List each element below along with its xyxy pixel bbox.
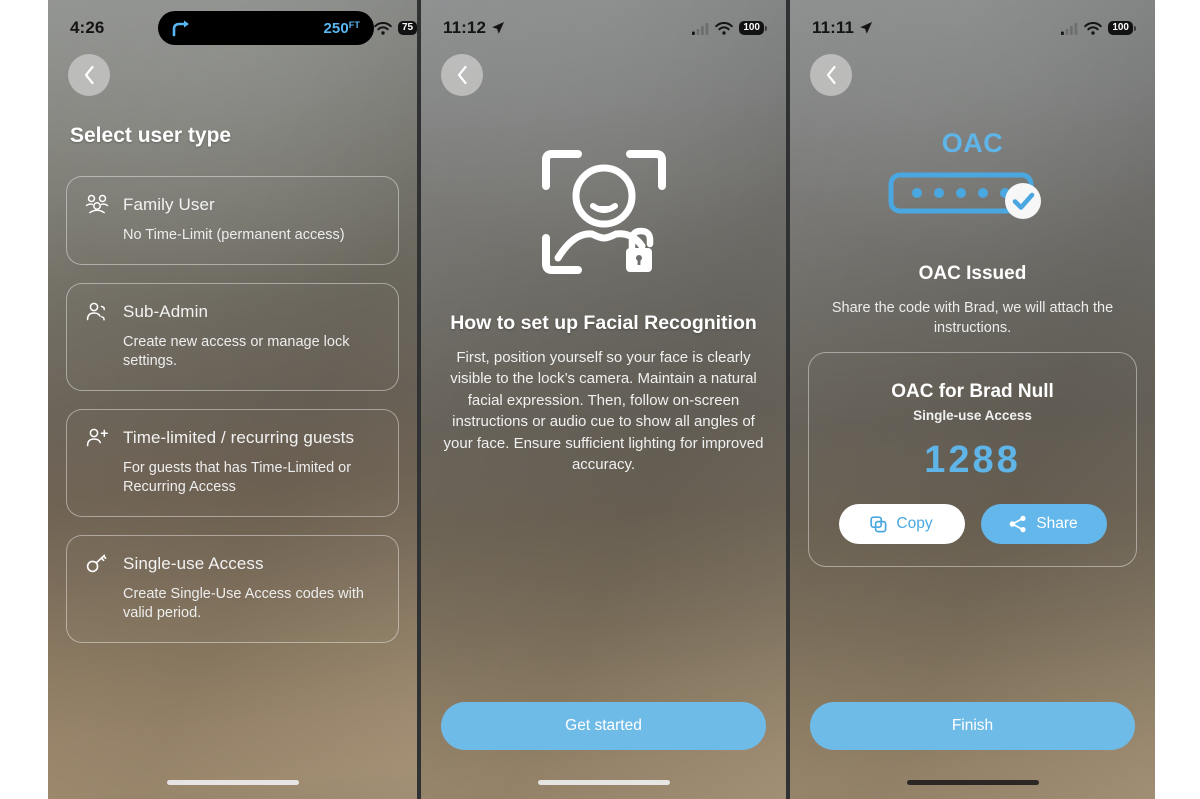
person-plus-icon bbox=[85, 426, 109, 450]
oac-access-type: Single-use Access bbox=[913, 408, 1032, 423]
user-type-card-list: Family User No Time-Limit (permanent acc… bbox=[66, 176, 399, 661]
share-button[interactable]: Share bbox=[980, 504, 1107, 544]
key-icon bbox=[85, 552, 109, 576]
chevron-left-icon bbox=[84, 65, 94, 85]
location-arrow-icon bbox=[492, 22, 505, 34]
page-title: Select user type bbox=[70, 124, 232, 147]
oac-brand-label: OAC bbox=[941, 128, 1004, 158]
chevron-left-icon bbox=[457, 65, 467, 85]
copy-button[interactable]: Copy bbox=[838, 504, 965, 544]
wifi-icon bbox=[1084, 21, 1103, 35]
navigation-pill[interactable]: 250 FT bbox=[158, 11, 374, 45]
navigation-distance: 250 FT bbox=[323, 19, 360, 37]
location-arrow-icon bbox=[860, 22, 873, 34]
page-title: OAC Issued bbox=[918, 263, 1027, 284]
home-indicator[interactable] bbox=[906, 780, 1039, 785]
page-title: How to set up Facial Recognition bbox=[450, 312, 757, 334]
card-header: Sub-Admin bbox=[85, 300, 380, 324]
copy-icon bbox=[870, 515, 887, 532]
phone-panel-facial-recognition: 11:12 100 How to set up Facial Recogniti… bbox=[421, 0, 786, 799]
wifi-icon bbox=[715, 21, 734, 35]
cellular-bars-icon bbox=[692, 22, 709, 35]
card-header: Time-limited / recurring guests bbox=[85, 426, 380, 450]
status-time-group: 4:26 bbox=[70, 18, 144, 38]
cellular-bars-icon bbox=[1061, 22, 1078, 35]
left-margin bbox=[0, 0, 48, 799]
face-id-unlock-icon bbox=[540, 148, 668, 285]
user-type-card-family[interactable]: Family User No Time-Limit (permanent acc… bbox=[66, 176, 399, 265]
card-title: Sub-Admin bbox=[123, 301, 208, 321]
status-indicators: 100 bbox=[1061, 20, 1136, 36]
instructions-text: First, position yourself so your face is… bbox=[443, 349, 764, 474]
card-subtitle: Create Single-Use Access codes with vali… bbox=[123, 585, 364, 622]
user-type-card-sub-admin[interactable]: Sub-Admin Create new access or manage lo… bbox=[66, 282, 399, 391]
finish-button[interactable]: Finish bbox=[810, 702, 1135, 750]
oac-code-card: OAC for Brad Null Single-use Access 1288… bbox=[808, 352, 1137, 567]
battery-indicator: 100 bbox=[1108, 20, 1136, 36]
share-button-label: Share bbox=[1036, 515, 1078, 532]
oac-action-row: Copy Share bbox=[829, 504, 1116, 544]
oac-recipient: OAC for Brad Null bbox=[891, 381, 1054, 402]
status-bar: 11:11 100 bbox=[790, 0, 1155, 56]
share-instructions: Share the code with Brad, we will attach… bbox=[831, 300, 1114, 337]
status-time: 11:11 bbox=[812, 18, 855, 37]
status-time: 4:26 bbox=[70, 18, 105, 37]
home-indicator[interactable] bbox=[166, 780, 299, 785]
card-header: Single-use Access bbox=[85, 552, 380, 576]
wifi-icon bbox=[374, 21, 392, 35]
battery-indicator: 75 bbox=[398, 20, 417, 36]
status-time: 11:12 bbox=[443, 18, 487, 37]
status-bar: 11:12 100 bbox=[421, 0, 786, 56]
turn-right-arrow-icon bbox=[172, 20, 189, 37]
card-subtitle: For guests that has Time-Limited or Recu… bbox=[123, 459, 352, 496]
card-title: Time-limited / recurring guests bbox=[123, 427, 355, 447]
card-title: Family User bbox=[123, 195, 215, 214]
status-bar: 4:26 250 FT 75 bbox=[48, 0, 417, 56]
phone-panel-select-user-type: 4:26 250 FT 75 Select user type Family U… bbox=[48, 0, 417, 799]
status-time-group: 11:12 bbox=[443, 18, 517, 38]
passcode-verified-icon bbox=[887, 165, 1059, 226]
back-button[interactable] bbox=[68, 54, 110, 96]
battery-indicator: 100 bbox=[739, 20, 767, 36]
family-group-icon bbox=[85, 193, 109, 217]
oac-brand-block: OAC bbox=[790, 128, 1155, 226]
chevron-left-icon bbox=[826, 65, 836, 85]
oac-code-value: 1288 bbox=[924, 439, 1021, 481]
card-header: Family User bbox=[85, 193, 380, 217]
user-type-card-time-limited[interactable]: Time-limited / recurring guests For gues… bbox=[66, 408, 399, 517]
user-type-card-single-use[interactable]: Single-use Access Create Single-Use Acce… bbox=[66, 534, 399, 643]
card-title: Single-use Access bbox=[123, 553, 264, 573]
card-subtitle: Create new access or manage lock setting… bbox=[123, 333, 350, 370]
back-button[interactable] bbox=[810, 54, 852, 96]
person-gear-icon bbox=[85, 300, 109, 324]
card-subtitle: No Time-Limit (permanent access) bbox=[123, 227, 345, 243]
phone-panel-oac-issued: 11:11 100 OAC OAC Issued Share the code … bbox=[790, 0, 1155, 799]
back-button[interactable] bbox=[441, 54, 483, 96]
right-margin bbox=[1155, 0, 1200, 799]
status-indicators: 75 bbox=[374, 20, 417, 36]
screenshot-stage: 4:26 250 FT 75 Select user type Family U… bbox=[0, 0, 1200, 799]
copy-button-label: Copy bbox=[896, 515, 933, 532]
status-time-group: 11:11 bbox=[812, 18, 886, 38]
status-indicators: 100 bbox=[692, 20, 767, 36]
home-indicator[interactable] bbox=[537, 780, 670, 785]
share-nodes-icon bbox=[1009, 515, 1026, 533]
get-started-button[interactable]: Get started bbox=[441, 702, 766, 750]
